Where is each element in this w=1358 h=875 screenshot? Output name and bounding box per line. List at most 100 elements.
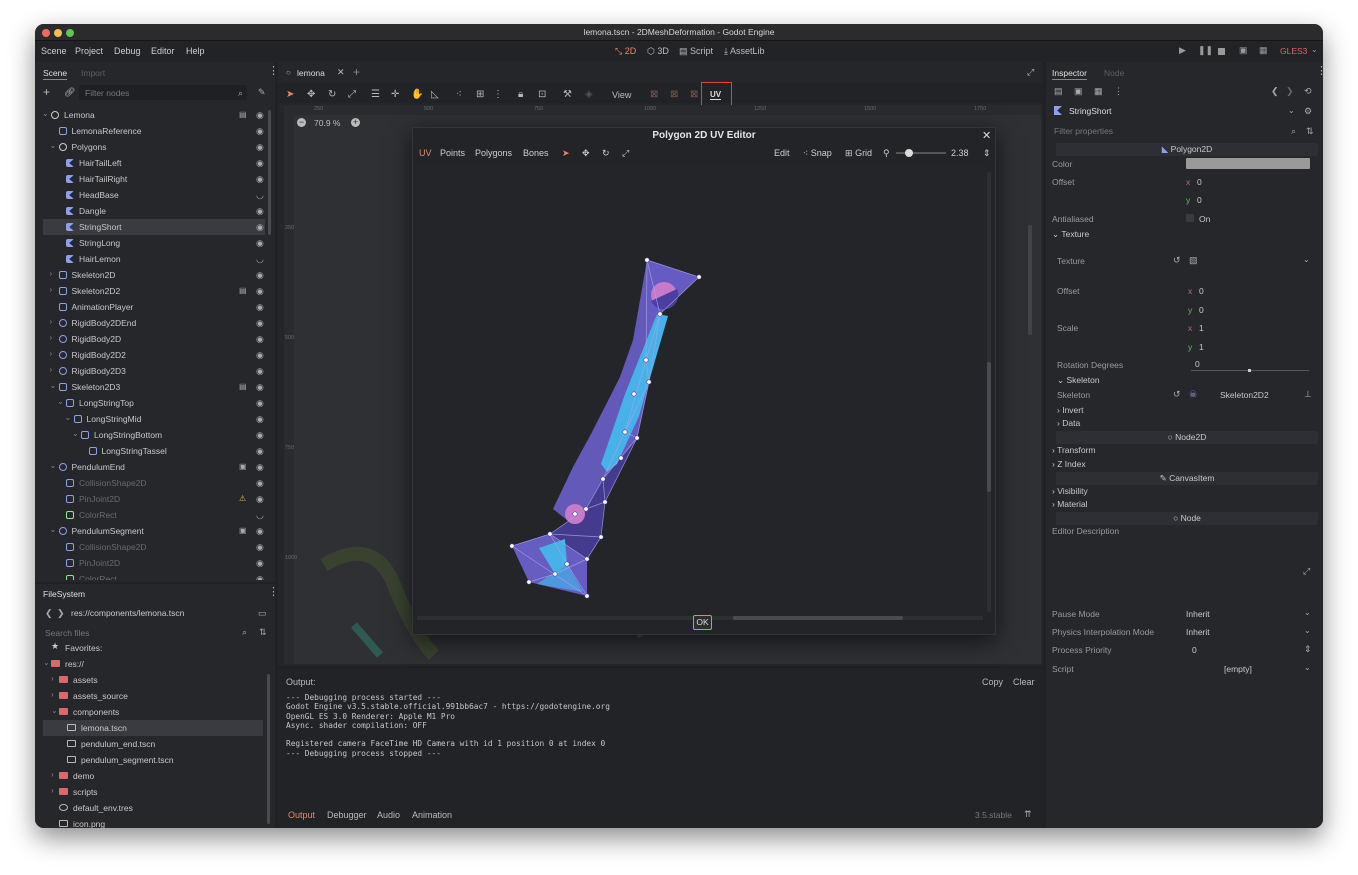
spinner-icon[interactable]: ⇕ [983, 148, 991, 159]
tree-node[interactable]: AnimationPlayer ◉ [43, 299, 265, 315]
resource-icon[interactable]: ▧ [1189, 255, 1198, 266]
forward-icon[interactable]: ❯ [57, 608, 65, 619]
tree-node[interactable]: Dangle ◉ [43, 203, 265, 219]
file-item[interactable]: default_env.tres [43, 800, 263, 816]
move-icon[interactable]: ✥ [582, 148, 590, 159]
load-resource-icon[interactable]: ▣ [1074, 86, 1083, 97]
group-data[interactable]: › Data [1057, 418, 1080, 428]
save-resource-icon[interactable]: ▦ [1094, 86, 1103, 97]
chevron-down-icon[interactable]: ⌄ [50, 525, 57, 534]
add-node-icon[interactable]: + [43, 85, 50, 99]
pivot-mode-icon[interactable]: ✛ [391, 89, 399, 100]
polygon-create-icon[interactable]: ⊠ [650, 89, 658, 100]
history-icon[interactable]: ⟲ [1304, 86, 1312, 97]
zoom-in-icon[interactable]: + [351, 118, 360, 127]
eye-icon[interactable]: ◉ [256, 430, 264, 441]
chevron-down-icon[interactable]: ⌄ [72, 429, 79, 438]
filesystem-scrollbar[interactable] [267, 674, 270, 824]
tree-node[interactable]: PinJoint2D ◉ [43, 555, 265, 571]
eye-closed-icon[interactable]: ◡ [256, 190, 264, 201]
history-back-icon[interactable]: ❮ [1271, 86, 1279, 97]
eye-icon[interactable]: ◉ [256, 110, 264, 121]
tree-node[interactable]: HairTailRight ◉ [43, 171, 265, 187]
eye-icon[interactable]: ◉ [256, 174, 264, 185]
move-mode-icon[interactable]: ✥ [307, 89, 315, 100]
eye-icon[interactable]: ◉ [256, 398, 264, 409]
select-mode-icon[interactable]: ➤ [286, 89, 294, 100]
chevron-right-icon[interactable]: › [50, 365, 53, 374]
play-custom-scene-icon[interactable]: ▦ [1259, 45, 1268, 56]
eye-icon[interactable]: ◉ [256, 318, 264, 329]
snap-toggle[interactable]: ⁖ Snap [803, 148, 832, 159]
tree-node[interactable]: › RigidBody2D3 ◉ [43, 363, 265, 379]
chevron-right-icon[interactable]: › [51, 674, 54, 683]
process-priority-value[interactable]: 0 [1192, 645, 1197, 655]
spinner-icon[interactable]: ⇕ [1304, 644, 1312, 655]
rotation-slider-handle[interactable] [1248, 369, 1251, 372]
eye-icon[interactable]: ◉ [256, 286, 264, 297]
play-scene-icon[interactable]: ▣ [1239, 45, 1248, 56]
file-item[interactable]: › demo [43, 768, 263, 784]
group-skeleton[interactable]: ⌄ Skeleton [1057, 375, 1100, 386]
view-menu[interactable]: View [612, 90, 631, 100]
tree-node[interactable]: HairTailLeft ◉ [43, 155, 265, 171]
revert-icon[interactable]: ↺ [1173, 389, 1181, 400]
eye-icon[interactable]: ◉ [256, 238, 264, 249]
chevron-down-icon[interactable]: ⌄ [43, 109, 49, 118]
tab-inspector[interactable]: Inspector [1052, 68, 1087, 80]
file-item[interactable]: ★ Favorites: [43, 640, 263, 656]
group-invert[interactable]: › Invert [1057, 405, 1083, 415]
link-icon[interactable]: 🔗︎ [64, 87, 75, 98]
tree-node[interactable]: LemonaReference ◉ [43, 123, 265, 139]
tree-node[interactable]: ⌄ PendulumSegment ▣ ◉ [43, 523, 265, 539]
chevron-down-icon[interactable]: ⌄ [57, 397, 64, 406]
uv-button[interactable]: UV [710, 90, 722, 100]
scene-icon[interactable]: ▣ [239, 462, 247, 471]
clear-button[interactable]: Clear [1013, 677, 1035, 687]
chevron-right-icon[interactable]: › [51, 770, 54, 779]
add-tab-icon[interactable]: + [353, 65, 360, 79]
rotate-icon[interactable]: ↻ [602, 148, 610, 159]
file-item[interactable]: pendulum_end.tscn [43, 736, 263, 752]
workspace-script[interactable]: ▤ Script [679, 46, 713, 57]
tree-node[interactable]: ColorRect ◉ [43, 571, 265, 580]
mode-points[interactable]: Points [440, 148, 465, 158]
object-tools-icon[interactable]: ⚙ [1304, 106, 1312, 117]
copy-button[interactable]: Copy [982, 677, 1003, 687]
tab-import[interactable]: Import [81, 68, 105, 78]
tree-node[interactable]: ⌄ LongStringMid ◉ [43, 411, 265, 427]
script-attach-icon[interactable]: ✎ [258, 87, 266, 98]
menu-editor[interactable]: Editor [151, 46, 175, 56]
zoom-slider[interactable] [896, 149, 946, 157]
tree-node[interactable]: HeadBase ◡ [43, 187, 265, 203]
tree-node[interactable]: ⌄ LongStringTop ◉ [43, 395, 265, 411]
close-tab-icon[interactable]: ✕ [337, 67, 345, 78]
eye-icon[interactable]: ◉ [256, 350, 264, 361]
stop-icon[interactable] [1218, 48, 1225, 55]
scene-tab-lemona[interactable]: lemona [297, 68, 325, 78]
zoom-out-icon[interactable]: − [297, 118, 306, 127]
viewport-scrollbar[interactable] [1028, 225, 1032, 335]
eye-icon[interactable]: ◉ [256, 158, 264, 169]
chevron-down-icon[interactable]: ⌄ [65, 413, 72, 422]
tab-node[interactable]: Node [1104, 68, 1124, 78]
pause-mode-value[interactable]: Inherit [1186, 609, 1210, 619]
search-files-input[interactable]: Search files [39, 625, 249, 640]
group-z-index[interactable]: › Z Index [1052, 459, 1086, 469]
filesystem-path[interactable]: res://components/lemona.tscn [71, 608, 184, 618]
chevron-down-icon[interactable]: ⌄ [50, 461, 57, 470]
chevron-down-icon[interactable]: ⌄ [50, 381, 57, 390]
select-icon[interactable]: ➤ [562, 148, 570, 159]
scale-y-value[interactable]: 1 [1199, 342, 1204, 352]
offset-x-value[interactable]: 0 [1197, 177, 1202, 187]
eye-icon[interactable]: ◉ [256, 574, 264, 580]
smart-snap-icon[interactable]: ⁖ [456, 89, 462, 100]
tree-node[interactable]: CollisionShape2D ◉ [43, 475, 265, 491]
rotate-mode-icon[interactable]: ↻ [328, 89, 336, 100]
polygon-edit-icon[interactable]: ⊠ [670, 89, 678, 100]
eye-icon[interactable]: ◉ [256, 542, 264, 553]
file-item[interactable]: ⌄ res:// [43, 656, 263, 672]
scale-x-value[interactable]: 1 [1199, 323, 1204, 333]
play-icon[interactable]: ▶ [1179, 45, 1186, 56]
file-item[interactable]: ⌄ components [43, 704, 263, 720]
